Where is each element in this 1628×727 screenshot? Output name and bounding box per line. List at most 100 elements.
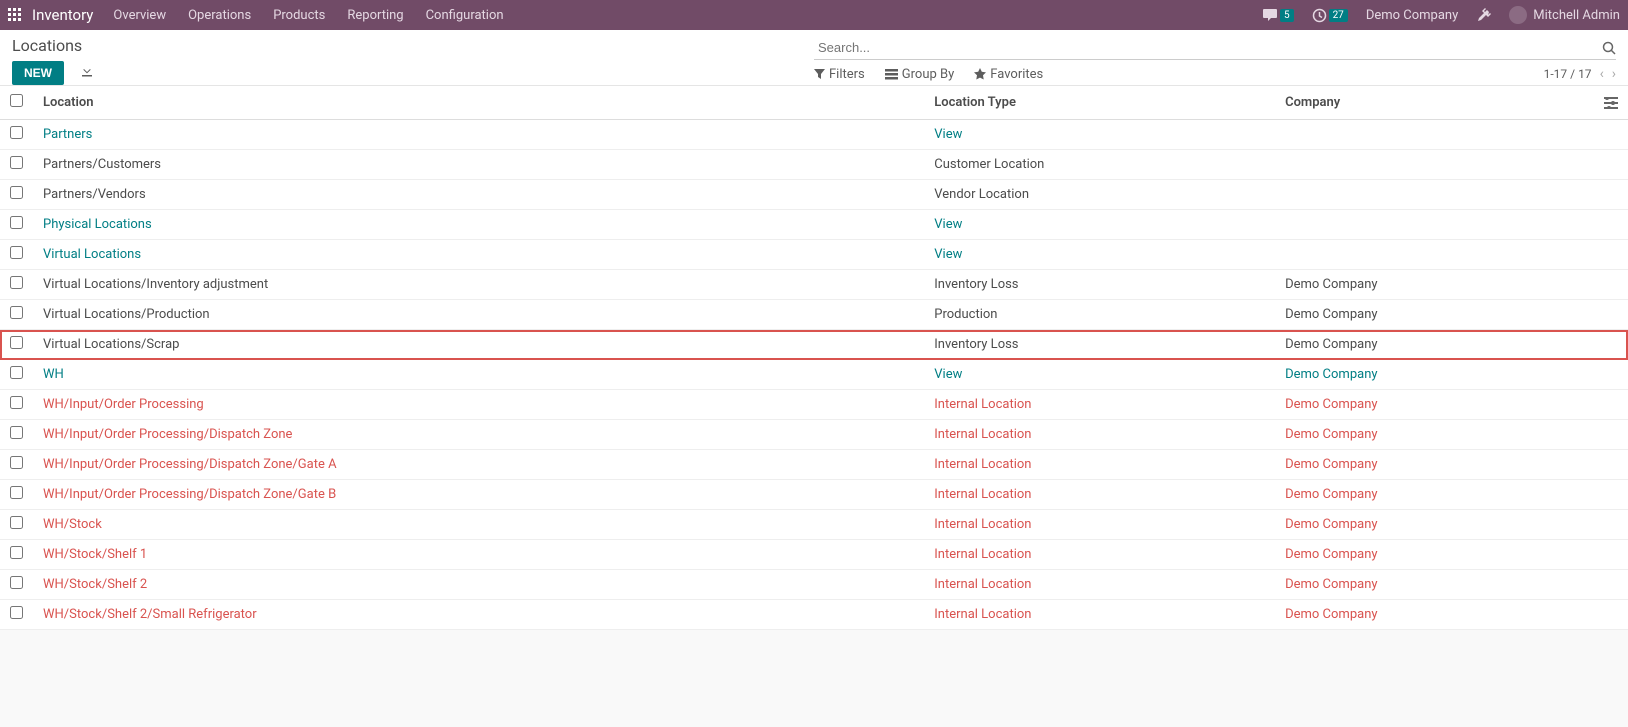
cell-location[interactable]: WH/Stock/Shelf 2/Small Refrigerator [33,600,924,630]
table-row[interactable]: WH/Input/Order Processing/Dispatch Zone/… [0,450,1628,480]
cell-location[interactable]: WH/Input/Order Processing [33,390,924,420]
cell-type: Internal Location [924,480,1275,510]
table-row[interactable]: WH/Input/Order Processing/Dispatch ZoneI… [0,420,1628,450]
cell-location[interactable]: Virtual Locations [33,240,924,270]
new-button[interactable]: NEW [12,61,64,85]
cell-location[interactable]: WH/Input/Order Processing/Dispatch Zone [33,420,924,450]
row-checkbox[interactable] [10,336,23,349]
row-checkbox[interactable] [10,456,23,469]
cell-type: Customer Location [924,150,1275,180]
table-row[interactable]: Partners/VendorsVendor Location [0,180,1628,210]
cell-location[interactable]: WH/Input/Order Processing/Dispatch Zone/… [33,480,924,510]
row-checkbox[interactable] [10,306,23,319]
cell-type: Internal Location [924,600,1275,630]
locations-table: Location Location Type Company PartnersV… [0,86,1628,630]
table-row[interactable]: Partners/CustomersCustomer Location [0,150,1628,180]
row-checkbox[interactable] [10,366,23,379]
cell-location[interactable]: WH/Stock [33,510,924,540]
cell-location[interactable]: Virtual Locations/Inventory adjustment [33,270,924,300]
row-checkbox[interactable] [10,486,23,499]
cell-company [1275,240,1594,270]
cell-company: Demo Company [1275,300,1594,330]
company-selector[interactable]: Demo Company [1366,8,1458,23]
cell-location[interactable]: WH/Stock/Shelf 1 [33,540,924,570]
cell-location[interactable]: WH [33,360,924,390]
cell-type: View [924,210,1275,240]
menu-products[interactable]: Products [273,8,325,23]
search-input[interactable] [814,38,1596,57]
options-icon[interactable] [1604,97,1618,109]
pager-next-icon[interactable]: › [1612,66,1616,82]
cell-company: Demo Company [1275,480,1594,510]
cell-location[interactable]: Partners/Vendors [33,180,924,210]
table-row[interactable]: WH/Stock/Shelf 1Internal LocationDemo Co… [0,540,1628,570]
cell-location[interactable]: WH/Stock/Shelf 2 [33,570,924,600]
menu-operations[interactable]: Operations [188,8,251,23]
search-icon[interactable] [1602,41,1616,55]
pager-prev-icon[interactable]: ‹ [1600,66,1604,82]
row-checkbox[interactable] [10,606,23,619]
row-checkbox[interactable] [10,546,23,559]
select-all-checkbox[interactable] [10,94,23,107]
table-row[interactable]: PartnersView [0,120,1628,150]
favorites-label: Favorites [990,67,1043,82]
cell-company: Demo Company [1275,510,1594,540]
table-row[interactable]: WH/Input/Order ProcessingInternal Locati… [0,390,1628,420]
col-header-location[interactable]: Location [33,86,924,120]
col-header-type[interactable]: Location Type [924,86,1275,120]
groupby-button[interactable]: Group By [885,67,955,82]
row-checkbox[interactable] [10,276,23,289]
user-menu[interactable]: Mitchell Admin [1509,6,1620,24]
cell-type: View [924,240,1275,270]
debug-icon[interactable] [1476,8,1491,23]
cell-type: Internal Location [924,540,1275,570]
search-box [814,36,1616,60]
table-row[interactable]: WH/StockInternal LocationDemo Company [0,510,1628,540]
row-checkbox[interactable] [10,156,23,169]
row-checkbox[interactable] [10,216,23,229]
cell-company: Demo Company [1275,600,1594,630]
table-row[interactable]: Virtual Locations/ScrapInventory LossDem… [0,330,1628,360]
apps-icon[interactable] [8,8,22,22]
table-row[interactable]: Virtual Locations/ProductionProductionDe… [0,300,1628,330]
table-row[interactable]: WHViewDemo Company [0,360,1628,390]
cell-company: Demo Company [1275,330,1594,360]
table-row[interactable]: Physical LocationsView [0,210,1628,240]
favorites-button[interactable]: Favorites [974,67,1043,82]
cell-company: Demo Company [1275,450,1594,480]
row-checkbox[interactable] [10,186,23,199]
row-checkbox[interactable] [10,516,23,529]
download-button[interactable] [81,65,93,77]
filters-button[interactable]: Filters [814,67,865,82]
menu-overview[interactable]: Overview [113,8,166,23]
menu-configuration[interactable]: Configuration [426,8,504,23]
activities-icon[interactable]: 27 [1312,8,1348,23]
cell-location[interactable]: Partners [33,120,924,150]
cell-location[interactable]: Virtual Locations/Production [33,300,924,330]
cell-type: Internal Location [924,420,1275,450]
cell-company [1275,150,1594,180]
row-checkbox[interactable] [10,126,23,139]
cell-location[interactable]: Physical Locations [33,210,924,240]
row-checkbox[interactable] [10,426,23,439]
cell-location[interactable]: Virtual Locations/Scrap [33,330,924,360]
row-checkbox[interactable] [10,396,23,409]
cell-type: Inventory Loss [924,270,1275,300]
row-checkbox[interactable] [10,246,23,259]
pager-text[interactable]: 1-17 / 17 [1544,67,1592,81]
user-name: Mitchell Admin [1533,8,1620,23]
cell-location[interactable]: WH/Input/Order Processing/Dispatch Zone/… [33,450,924,480]
table-row[interactable]: Virtual LocationsView [0,240,1628,270]
cell-location[interactable]: Partners/Customers [33,150,924,180]
menu-reporting[interactable]: Reporting [347,8,403,23]
pager: 1-17 / 17 ‹ › [1544,66,1616,82]
table-row[interactable]: WH/Stock/Shelf 2Internal LocationDemo Co… [0,570,1628,600]
row-checkbox[interactable] [10,576,23,589]
table-row[interactable]: WH/Stock/Shelf 2/Small RefrigeratorInter… [0,600,1628,630]
app-title[interactable]: Inventory [32,6,93,24]
table-row[interactable]: Virtual Locations/Inventory adjustmentIn… [0,270,1628,300]
messaging-icon[interactable]: 5 [1262,8,1294,22]
table-row[interactable]: WH/Input/Order Processing/Dispatch Zone/… [0,480,1628,510]
cell-company [1275,210,1594,240]
col-header-company[interactable]: Company [1275,86,1594,120]
